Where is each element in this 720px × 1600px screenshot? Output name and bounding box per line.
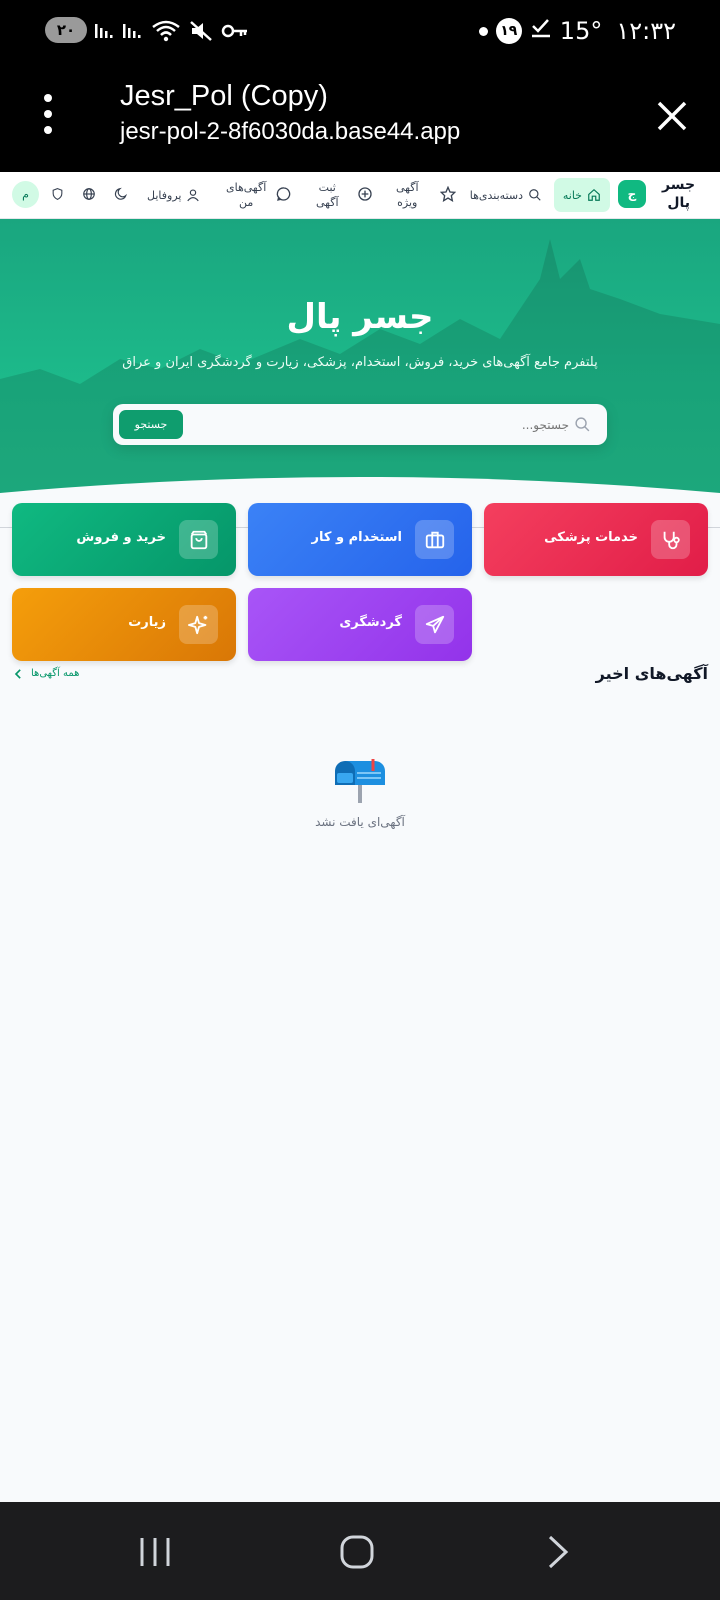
category-jobs[interactable]: استخدام و کار [248, 503, 472, 576]
home-button-icon[interactable] [340, 1535, 374, 1569]
notification-badge: ۱۹ [495, 18, 522, 44]
back-icon[interactable] [547, 1535, 569, 1569]
all-ads-label: همه آگهی‌ها [31, 668, 80, 679]
chat-icon[interactable] [276, 186, 292, 202]
close-icon[interactable] [654, 98, 690, 134]
key-icon [221, 22, 249, 40]
search-icon [529, 189, 541, 201]
category-pilgrimage[interactable]: زیارت [12, 588, 236, 661]
status-pill: ۲۰ [45, 17, 87, 43]
nav-categories-label: دسته‌بندی‌ها [469, 188, 523, 202]
search-button[interactable]: جستجو [119, 410, 183, 439]
recent-apps-icon[interactable] [139, 1536, 171, 1568]
hero-title: جسر پال [286, 297, 434, 337]
browser-bar: Jesr_Pol (Copy) jesr-pol-2-8f6030da.base… [0, 62, 720, 172]
moon-icon[interactable] [114, 187, 128, 201]
nav-post-label-1: ثبت [318, 181, 336, 194]
nav-my-ads-label-1: آگهی‌های [226, 181, 267, 194]
search-bar: جستجو [113, 404, 607, 445]
stethoscope-icon [651, 520, 690, 559]
nav-home-label: خانه [562, 188, 582, 202]
system-nav-bar [0, 1502, 720, 1600]
user-icon [187, 189, 200, 202]
nav-featured-label-1: آگهی [396, 181, 419, 194]
category-label: خدمات پزشکی [544, 530, 638, 545]
browser-url: jesr-pol-2-8f6030da.base44.app [120, 118, 461, 145]
globe-icon[interactable] [82, 187, 96, 201]
sparkles-icon [179, 605, 218, 644]
temperature: 15° [559, 17, 603, 45]
search-input[interactable] [213, 404, 593, 445]
mailbox-icon [335, 759, 385, 803]
signal-icon [95, 22, 115, 40]
mute-icon [189, 20, 213, 42]
category-buy-sell[interactable]: خرید و فروش [12, 503, 236, 576]
recent-ads-title: آگهی‌های اخیر [595, 664, 708, 683]
notification-dot [478, 26, 488, 36]
empty-state-text: آگهی‌ای یافت نشد [315, 815, 405, 829]
category-medical[interactable]: خدمات پزشکی [484, 503, 708, 576]
signal-icon-2 [123, 22, 143, 40]
brand-name[interactable]: جسر پال [662, 176, 696, 212]
browser-title: Jesr_Pol (Copy) [120, 80, 328, 112]
category-label: استخدام و کار [311, 530, 402, 545]
nav-post-label-2: آگهی [316, 196, 339, 209]
nav-my-ads-label-2: من [239, 196, 254, 209]
nav-profile[interactable]: پروفایل [147, 178, 200, 212]
clock: ۱۲:۳۲ [616, 17, 676, 45]
nav-my-ads[interactable]: آگهی‌های من [226, 178, 266, 212]
wifi-icon [151, 19, 181, 43]
category-label: خرید و فروش [76, 530, 166, 545]
nav-post-ad[interactable]: ثبت آگهی [316, 178, 339, 212]
hero-subtitle: پلتفرم جامع آگهی‌های خرید، فروش، استخدام… [122, 355, 598, 370]
plus-circle-icon[interactable] [357, 186, 373, 202]
all-ads-link[interactable]: همه آگهی‌ها [14, 668, 79, 679]
shopping-bag-icon [179, 520, 218, 559]
shield-icon[interactable] [51, 187, 64, 201]
chevron-left-icon [14, 668, 21, 679]
nav-categories[interactable]: دسته‌بندی‌ها [470, 178, 542, 212]
status-bar: ۲۰ ۱۹ 15° ۱۲:۳۲ [0, 0, 720, 62]
home-icon [588, 188, 600, 201]
nav-featured[interactable]: آگهی ویژه [396, 178, 419, 212]
avatar[interactable]: م [12, 181, 39, 208]
briefcase-icon [415, 520, 454, 559]
brand-text: جسر پال [662, 177, 696, 211]
category-label: زیارت [128, 615, 166, 630]
check-icon [530, 17, 552, 45]
plane-icon [415, 605, 454, 644]
nav-profile-label: پروفایل [147, 188, 182, 202]
more-options-icon[interactable] [38, 94, 58, 134]
hero-section: جسر پال پلتفرم جامع آگهی‌های خرید، فروش،… [0, 219, 720, 509]
nav-home[interactable]: خانه [553, 178, 610, 212]
category-label: گردشگری [339, 615, 402, 630]
app-navbar: جسر پال ج خانه دسته‌بندی‌ها آگهی ویژه ثبت… [0, 172, 720, 219]
star-icon[interactable] [440, 186, 456, 202]
brand-logo[interactable]: ج [618, 180, 646, 208]
nav-featured-label-2: ویژه [397, 196, 418, 209]
category-tourism[interactable]: گردشگری [248, 588, 472, 661]
